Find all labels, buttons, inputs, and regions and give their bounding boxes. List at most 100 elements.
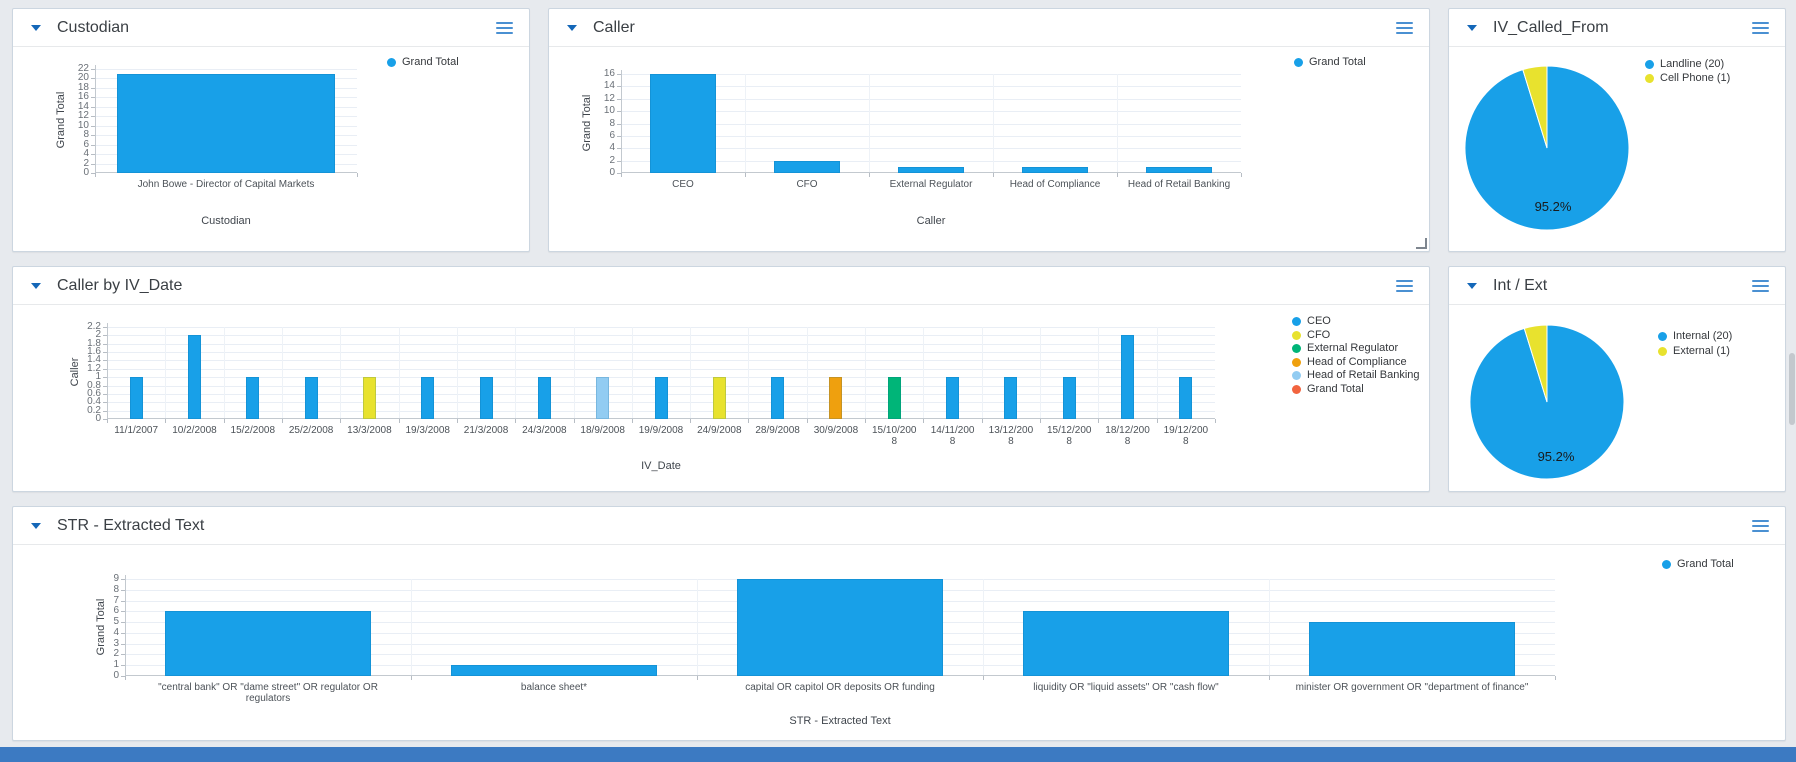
bar-15-12-2008[interactable] bbox=[1063, 377, 1076, 419]
y-tick-mark bbox=[91, 145, 95, 146]
gridline bbox=[95, 69, 357, 70]
x-tick-mark bbox=[697, 676, 698, 680]
pie-data-label: 95.2% bbox=[1538, 449, 1575, 464]
panel-title: Caller bbox=[593, 19, 635, 37]
x-axis-title: Caller bbox=[621, 215, 1241, 227]
legend-item-cfo[interactable]: CFO bbox=[1292, 329, 1420, 343]
bar-30-9-2008[interactable] bbox=[829, 377, 842, 419]
y-tick-mark bbox=[91, 97, 95, 98]
legend: Grand Total bbox=[1294, 55, 1366, 69]
x-category-label: 10/2/2008 bbox=[170, 425, 218, 436]
collapse-caret-icon[interactable] bbox=[1467, 283, 1477, 289]
pie-data-label: 95.2% bbox=[1535, 199, 1572, 214]
x-tick-mark bbox=[869, 173, 870, 177]
menu-icon[interactable] bbox=[1750, 20, 1771, 36]
x-tick-mark bbox=[993, 173, 994, 177]
legend-item-external-regulator[interactable]: External Regulator bbox=[1292, 342, 1420, 356]
gridline bbox=[993, 74, 994, 173]
legend-item-head-of-compliance[interactable]: Head of Compliance bbox=[1292, 356, 1420, 370]
resize-handle[interactable] bbox=[1416, 238, 1427, 249]
x-tick-mark bbox=[1040, 419, 1041, 423]
legend-item-landline-20[interactable]: Landline (20) bbox=[1645, 57, 1730, 71]
bar-19-9-2008[interactable] bbox=[655, 377, 668, 419]
bar-15-2-2008[interactable] bbox=[246, 377, 259, 419]
bar-john-bowe-director-of-capital-markets[interactable] bbox=[117, 74, 335, 173]
y-tick-mark bbox=[121, 622, 125, 623]
scrollbar-thumb[interactable] bbox=[1789, 353, 1795, 425]
bar-central-bank-or-dame-street-or-regulator-or-regulators[interactable] bbox=[165, 611, 371, 676]
y-tick-mark bbox=[103, 377, 107, 378]
bar-19-12-2008[interactable] bbox=[1179, 377, 1192, 419]
collapse-caret-icon[interactable] bbox=[31, 283, 41, 289]
bar-liquidity-or-liquid-assets-or-cash-flow[interactable] bbox=[1023, 611, 1229, 676]
bar-14-11-2008[interactable] bbox=[946, 377, 959, 419]
bar-25-2-2008[interactable] bbox=[305, 377, 318, 419]
y-tick-mark bbox=[617, 74, 621, 75]
y-tick-mark bbox=[121, 654, 125, 655]
legend-item-grand-total[interactable]: Grand Total bbox=[1292, 383, 1420, 397]
menu-icon[interactable] bbox=[1394, 278, 1415, 294]
y-tick-mark bbox=[617, 136, 621, 137]
bar-10-2-2008[interactable] bbox=[188, 335, 201, 419]
x-category-label: 19/9/2008 bbox=[637, 425, 685, 436]
bar-head-of-retail-banking[interactable] bbox=[1146, 167, 1212, 173]
y-tick-mark bbox=[91, 69, 95, 70]
y-tick-mark bbox=[91, 88, 95, 89]
bar-balance-sheet[interactable] bbox=[451, 665, 657, 676]
bar-13-3-2008[interactable] bbox=[363, 377, 376, 419]
collapse-caret-icon[interactable] bbox=[567, 25, 577, 31]
bar-24-3-2008[interactable] bbox=[538, 377, 551, 419]
bar-ceo[interactable] bbox=[650, 74, 716, 173]
legend-label: Grand Total bbox=[1307, 384, 1364, 395]
bar-13-12-2008[interactable] bbox=[1004, 377, 1017, 419]
gridline bbox=[107, 344, 1215, 345]
legend: Grand Total bbox=[387, 55, 459, 69]
collapse-caret-icon[interactable] bbox=[31, 523, 41, 529]
menu-icon[interactable] bbox=[1394, 20, 1415, 36]
x-tick-mark bbox=[1117, 173, 1118, 177]
y-tick-mark bbox=[121, 633, 125, 634]
bar-11-1-2007[interactable] bbox=[130, 377, 143, 419]
y-tick-mark bbox=[91, 154, 95, 155]
plot-area bbox=[621, 74, 1241, 173]
bar-cfo[interactable] bbox=[774, 161, 840, 173]
chart-int-ext: Internal (20)External (1) 95.2% bbox=[1449, 305, 1785, 491]
bar-head-of-compliance[interactable] bbox=[1022, 167, 1088, 173]
x-tick-mark bbox=[983, 676, 984, 680]
bar-19-3-2008[interactable] bbox=[421, 377, 434, 419]
legend-item-head-of-retail-banking[interactable]: Head of Retail Banking bbox=[1292, 369, 1420, 383]
legend-item-ceo[interactable]: CEO bbox=[1292, 315, 1420, 329]
legend-item-external-1[interactable]: External (1) bbox=[1658, 344, 1732, 359]
legend-item-cell-phone-1[interactable]: Cell Phone (1) bbox=[1645, 71, 1730, 85]
legend-label: Head of Retail Banking bbox=[1307, 370, 1420, 381]
menu-icon[interactable] bbox=[1750, 278, 1771, 294]
bar-external-regulator[interactable] bbox=[898, 167, 964, 173]
x-category-label: Head of Compliance bbox=[989, 179, 1121, 190]
y-tick-mark bbox=[103, 352, 107, 353]
bar-minister-or-government-or-department-of-finance[interactable] bbox=[1309, 622, 1515, 676]
y-tick-mark bbox=[103, 411, 107, 412]
x-category-label: 15/10/2008 bbox=[870, 425, 918, 447]
bar-capital-or-capitol-or-deposits-or-funding[interactable] bbox=[737, 579, 943, 676]
legend-item-internal-20[interactable]: Internal (20) bbox=[1658, 329, 1732, 344]
legend-swatch-icon bbox=[1292, 385, 1301, 394]
x-tick-mark bbox=[1157, 419, 1158, 423]
gridline bbox=[411, 579, 412, 676]
legend-item-grand-total[interactable]: Grand Total bbox=[387, 55, 459, 69]
panel-caller: Caller Grand Total0246810121416CEOCFOExt… bbox=[548, 8, 1430, 252]
menu-icon[interactable] bbox=[1750, 518, 1771, 534]
legend-item-grand-total[interactable]: Grand Total bbox=[1662, 557, 1734, 571]
x-tick-mark bbox=[457, 419, 458, 423]
legend: Landline (20)Cell Phone (1) bbox=[1645, 57, 1730, 85]
menu-icon[interactable] bbox=[494, 20, 515, 36]
collapse-caret-icon[interactable] bbox=[31, 25, 41, 31]
collapse-caret-icon[interactable] bbox=[1467, 25, 1477, 31]
bar-21-3-2008[interactable] bbox=[480, 377, 493, 419]
bar-18-12-2008[interactable] bbox=[1121, 335, 1134, 419]
gridline bbox=[697, 579, 698, 676]
bar-28-9-2008[interactable] bbox=[771, 377, 784, 419]
bar-24-9-2008[interactable] bbox=[713, 377, 726, 419]
bar-18-9-2008[interactable] bbox=[596, 377, 609, 419]
bar-15-10-2008[interactable] bbox=[888, 377, 901, 419]
legend-item-grand-total[interactable]: Grand Total bbox=[1294, 55, 1366, 69]
